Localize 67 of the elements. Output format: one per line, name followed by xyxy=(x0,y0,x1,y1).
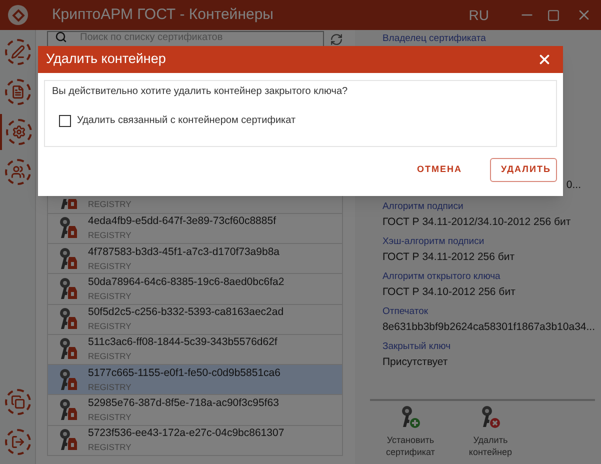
pen-icon xyxy=(11,45,25,59)
container-row[interactable]: 5177c665-1155-e0f1-fe50-c0d9b5851ca6 REGISTRY xyxy=(48,365,342,396)
key-cross-icon xyxy=(479,405,502,429)
field-label: Хэш-алгоритм подписи xyxy=(382,234,486,249)
storage-type: REGISTRY xyxy=(88,198,132,211)
storage-type: REGISTRY xyxy=(88,320,132,334)
container-name: 50da78964-64c6-8385-19c6-8aed0bc6fa2 xyxy=(88,274,284,289)
key-tag-icon xyxy=(57,246,79,271)
dialog-message: Вы действительно хотите удалить контейнер закрытого ключа? xyxy=(52,85,349,99)
checkbox-label: Удалить связанный с контейнером сертификат xyxy=(77,114,296,128)
storage-type: REGISTRY xyxy=(88,290,132,303)
field-value: ГОСТ Р 34.11-2012/34.10-2012 256 бит xyxy=(382,214,572,230)
people-icon xyxy=(11,165,25,179)
field-label: Отпечаток xyxy=(382,304,430,319)
container-name: 5723f536-ee43-172a-e27c-04c9bc861307 xyxy=(88,426,284,440)
search-icon xyxy=(55,31,67,43)
storage-type: REGISTRY xyxy=(88,411,132,424)
storage-type: REGISTRY xyxy=(88,441,132,454)
key-plus-icon xyxy=(399,405,422,429)
document-icon xyxy=(11,85,25,99)
delete-button[interactable]: УДАЛИТЬ xyxy=(490,158,557,182)
window-title: КриптоАРМ ГОСТ - Контейнеры xyxy=(52,4,274,25)
field-value: ГОСТ Р 34.11-2012 256 бит xyxy=(382,250,516,265)
close-icon[interactable] xyxy=(537,52,552,67)
key-tag-icon xyxy=(57,216,79,240)
container-name: 50f5d2c5-c256-b332-5393-ca8163aec2ad xyxy=(88,305,284,320)
action-button[interactable]: Установить сертификат xyxy=(370,405,450,458)
container-row[interactable]: 4f787583-b3d3-45f1-a7c3-d170f73a9b8a REGISTRY xyxy=(48,244,342,274)
storage-type: REGISTRY xyxy=(88,229,132,242)
container-row[interactable]: 50f5d2c5-c256-b332-5393-ca8163aec2ad REGISTRY xyxy=(48,304,342,335)
field-label: Алгоритм открытого ключа xyxy=(382,270,502,284)
container-name: 511c3ac6-ff08-1844-5c39-343b5576d62f xyxy=(88,335,278,350)
cancel-button[interactable]: ОТМЕНА xyxy=(407,158,472,182)
container-row[interactable]: 52985e76-387d-8f5e-718a-ac90f3c95f63 REGISTRY xyxy=(48,395,342,426)
container-row[interactable]: 5723f536-ee43-172a-e27c-04c9bc861307 REGISTRY xyxy=(48,426,342,456)
key-tag-icon xyxy=(57,337,79,362)
field-value: ГОСТ Р 34.10-2012 256 бит xyxy=(382,284,516,300)
windows-icon xyxy=(11,395,25,409)
exit-icon xyxy=(11,435,25,449)
container-name: 5177c665-1155-e0f1-fe50-c0d9b5851ca6 xyxy=(88,366,280,380)
field-label: Алгоритм подписи xyxy=(382,200,464,214)
container-name: 52985e76-387d-8f5e-718a-ac90f3c95f63 xyxy=(88,396,279,410)
storage-type: REGISTRY xyxy=(88,380,132,394)
container-row[interactable]: 50da78964-64c6-8385-19c6-8aed0bc6fa2 REGISTRY xyxy=(48,274,342,305)
key-tag-icon xyxy=(57,368,79,392)
key-tag-icon xyxy=(57,428,79,452)
dialog-title: Удалить контейнер xyxy=(46,50,166,68)
key-tag-icon xyxy=(57,276,79,301)
gear-icon xyxy=(12,125,26,139)
field-label: Владелец сертификата xyxy=(382,33,487,44)
checkbox[interactable] xyxy=(59,114,71,126)
storage-type: REGISTRY xyxy=(88,350,132,364)
field-value: 8e631bb3bf9b2624ca58301f1867a3b10a34... xyxy=(382,320,595,335)
maximize-icon[interactable] xyxy=(547,8,560,22)
field-value: Присутствует xyxy=(382,354,449,370)
container-row[interactable]: 4eda4fb9-e5dd-647f-3e89-73cf60c8885f REGISTRY xyxy=(48,214,342,244)
field-label: Закрытый ключ xyxy=(382,340,452,354)
language-selector[interactable]: RU xyxy=(468,4,489,26)
refresh-icon[interactable] xyxy=(330,32,344,46)
container-name: 4f787583-b3d3-45f1-a7c3-d170f73a9b8a xyxy=(88,244,280,259)
action-button[interactable]: Удалить контейнер xyxy=(450,405,530,458)
field-value: 0... xyxy=(566,178,581,193)
storage-type: REGISTRY xyxy=(88,260,132,273)
app-logo-icon xyxy=(8,5,28,25)
container-name: 4eda4fb9-e5dd-647f-3e89-73cf60c8885f xyxy=(88,214,276,228)
key-tag-icon xyxy=(57,398,79,422)
key-tag-icon xyxy=(57,307,79,332)
